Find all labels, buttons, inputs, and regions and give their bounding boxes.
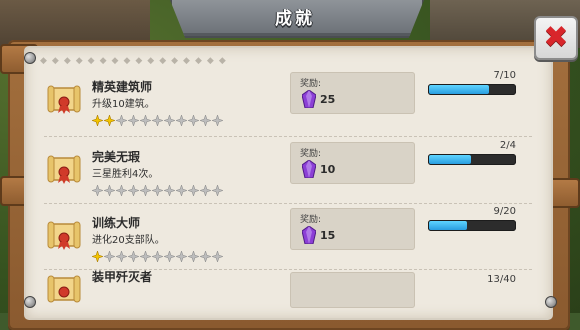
achievement-name: 精英建筑师 [92, 80, 153, 94]
progress-fill [429, 221, 467, 230]
star-icon [116, 115, 127, 126]
reward-box: 奖励: 10 [290, 142, 415, 184]
scroll-icon [47, 155, 81, 184]
window-title: 成就 [275, 9, 315, 29]
star-icon [92, 185, 103, 196]
reward-box: 奖励: 25 [290, 72, 415, 114]
star-icon [92, 251, 103, 262]
star-icon [140, 115, 151, 126]
star-icon [152, 185, 163, 196]
star-icon [128, 185, 139, 196]
star-icon [116, 185, 127, 196]
gem-icon [302, 226, 316, 244]
star-track [92, 185, 223, 197]
rivet [24, 296, 36, 308]
gem-icon [302, 90, 316, 108]
star-icon [104, 115, 115, 126]
star-icon [200, 251, 211, 262]
scroll-icon [47, 85, 81, 114]
reward-amount: 15 [320, 229, 336, 242]
star-icon [212, 185, 223, 196]
star-icon [116, 251, 127, 262]
reward-box [290, 272, 415, 308]
star-icon [212, 251, 223, 262]
scroll-icon [47, 221, 81, 250]
achievement-description: 进化20支部队。 [92, 235, 165, 246]
scroll-icon [47, 275, 81, 303]
achievement-description: 三星胜利4次。 [92, 169, 159, 180]
star-icon [128, 115, 139, 126]
star-icon [188, 115, 199, 126]
progress-bar [428, 84, 516, 95]
rivet [545, 296, 557, 308]
achievement-name: 装甲歼灭者 [92, 270, 153, 284]
reward-label: 奖励: [300, 79, 322, 89]
star-icon [104, 185, 115, 196]
star-icon [140, 185, 151, 196]
achievement-description: 升级10建筑。 [92, 99, 155, 110]
star-icon [176, 185, 187, 196]
star-icon [164, 115, 175, 126]
gem-icon [302, 160, 316, 178]
progress-text: 9/20 [493, 206, 516, 217]
star-icon [176, 115, 187, 126]
achievement-row: 完美无瑕 三星胜利4次。 奖励: 10 2/4 [36, 138, 542, 204]
close-icon: ✖ [543, 20, 569, 55]
star-icon [128, 251, 139, 262]
star-icon [188, 251, 199, 262]
star-icon [140, 251, 151, 262]
achievement-row: 精英建筑师 升级10建筑。 奖励: 25 7/10 [36, 68, 542, 134]
rivet [24, 52, 36, 64]
star-icon [200, 115, 211, 126]
close-button[interactable]: ✖ [534, 16, 578, 60]
achievement-name: 训练大师 [92, 216, 141, 230]
reward-amount: 25 [320, 93, 336, 106]
reward-amount: 10 [320, 163, 336, 176]
star-icon [164, 185, 175, 196]
star-icon [104, 251, 115, 262]
row-divider [44, 136, 532, 137]
star-icon [212, 115, 223, 126]
panel-ornament: ◆◆◆◆◆◆◆◆◆◆◆◆◆◆◆◆◆◆◆ [40, 56, 230, 66]
reward-label: 奖励: [300, 149, 322, 159]
achievement-row: 装甲歼灭者 13/40 [36, 262, 542, 328]
progress-bar [428, 154, 516, 165]
progress-text: 2/4 [499, 140, 516, 151]
star-icon [200, 185, 211, 196]
progress-text: 13/40 [487, 274, 516, 285]
achievement-row: 训练大师 进化20支部队。 奖励: 15 9/20 [36, 204, 542, 270]
star-icon [152, 115, 163, 126]
star-icon [188, 185, 199, 196]
star-icon [176, 251, 187, 262]
progress-fill [429, 85, 489, 94]
star-icon [164, 251, 175, 262]
progress-fill [429, 155, 471, 164]
achievement-name: 完美无瑕 [92, 150, 141, 164]
progress-text: 7/10 [493, 70, 516, 81]
reward-label: 奖励: [300, 215, 322, 225]
star-icon [152, 251, 163, 262]
progress-bar [428, 220, 516, 231]
star-track [92, 115, 223, 127]
reward-box: 奖励: 15 [290, 208, 415, 250]
star-icon [92, 115, 103, 126]
